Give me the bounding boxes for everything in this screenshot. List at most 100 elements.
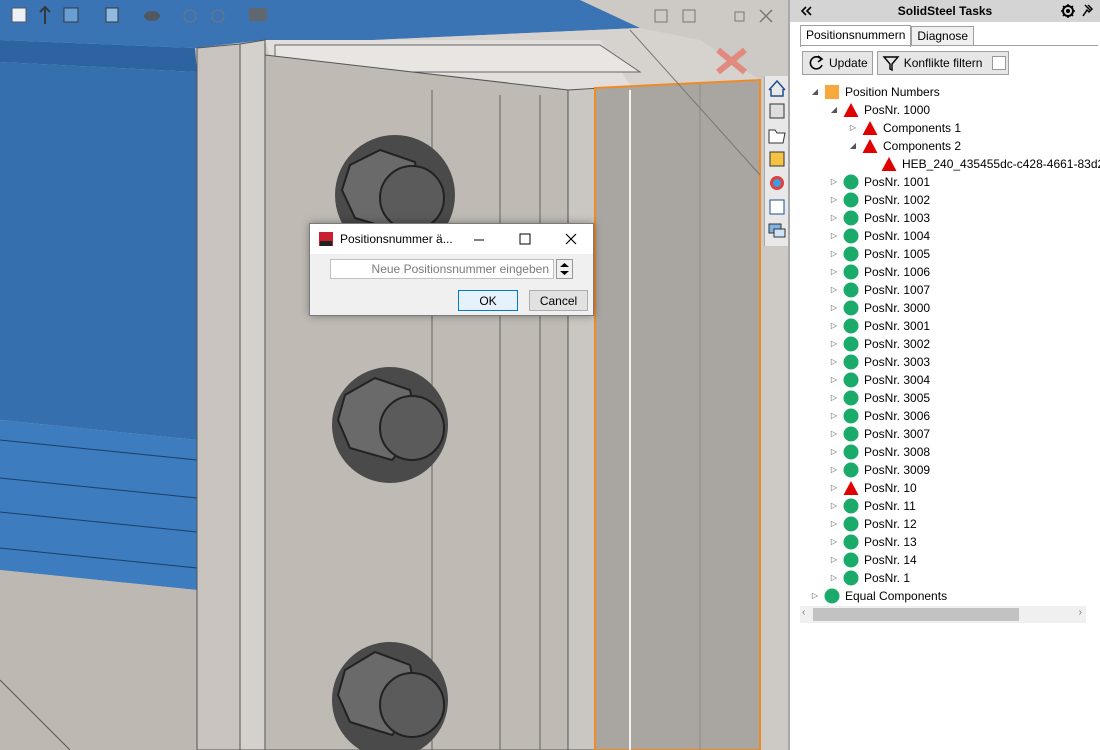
cancel-button[interactable]: Cancel — [529, 290, 588, 311]
tree-node[interactable]: ▷ PosNr. 1007 — [829, 281, 930, 299]
tab-positionsnummern[interactable]: Positionsnummern — [800, 25, 912, 47]
home-icon — [768, 79, 786, 97]
collapsed-arrow-icon[interactable]: ▷ — [829, 411, 839, 421]
conflict-warning-icon — [843, 103, 859, 117]
double-chevron-left-icon[interactable] — [798, 3, 814, 19]
tree-node[interactable]: ▷ PosNr. 1003 — [829, 209, 930, 227]
filter-conflicts-button[interactable]: Konflikte filtern — [876, 51, 1010, 75]
tree-node[interactable]: ▷ PosNr. 1006 — [829, 263, 930, 281]
tree-node[interactable]: ▷ PosNr. 14 — [829, 551, 917, 569]
maximize-icon[interactable] — [516, 230, 534, 248]
status-ok-icon — [843, 534, 859, 550]
status-ok-icon — [843, 228, 859, 244]
status-ok-icon — [843, 282, 859, 298]
status-ok-icon — [843, 174, 859, 190]
collapsed-arrow-icon[interactable]: ▷ — [829, 555, 839, 565]
collapsed-arrow-icon[interactable]: ▷ — [829, 231, 839, 241]
tree-node-label: PosNr. 11 — [864, 499, 916, 513]
tree-node[interactable]: ▷ PosNr. 3000 — [829, 299, 930, 317]
collapsed-arrow-icon[interactable]: ▷ — [829, 249, 839, 259]
dialog-title-bar[interactable]: Positionsnummer ä... — [310, 224, 593, 254]
tree-node[interactable]: ◢ Components 2 — [848, 137, 961, 155]
tree-node[interactable]: ▷ PosNr. 3001 — [829, 317, 930, 335]
scroll-right-icon[interactable]: › — [1079, 607, 1082, 618]
tree-node-label: PosNr. 3008 — [864, 445, 931, 459]
collapsed-arrow-icon[interactable]: ▷ — [829, 285, 839, 295]
tree-node[interactable]: ▷ PosNr. 12 — [829, 515, 917, 533]
scroll-thumb[interactable] — [813, 608, 1019, 621]
tree-node[interactable]: ▷ PosNr. 1004 — [829, 227, 930, 245]
collapsed-arrow-icon[interactable]: ▷ — [829, 573, 839, 583]
collapsed-arrow-icon[interactable]: ▷ — [829, 393, 839, 403]
tree-node[interactable]: ▷ Components 1 — [848, 119, 961, 137]
pin-icon[interactable] — [1080, 3, 1096, 19]
tree-node[interactable]: ▷ PosNr. 3007 — [829, 425, 930, 443]
collapsed-arrow-icon[interactable]: ▷ — [829, 501, 839, 511]
collapsed-arrow-icon[interactable]: ▷ — [829, 303, 839, 313]
tree-node[interactable]: ▷ PosNr. 3008 — [829, 443, 930, 461]
tree-node[interactable]: ◢ Position Numbers — [810, 83, 940, 101]
tree-node[interactable]: ▷ PosNr. 3006 — [829, 407, 930, 425]
collapsed-arrow-icon[interactable]: ▷ — [829, 465, 839, 475]
conflict-warning-icon — [862, 121, 878, 135]
solidworks-app-icon — [319, 232, 333, 246]
tree-node-label: PosNr. 3005 — [864, 391, 931, 405]
collapsed-arrow-icon[interactable]: ▷ — [829, 447, 839, 457]
collapsed-arrow-icon[interactable]: ▷ — [829, 267, 839, 277]
solidsteel-tasks-panel: SolidSteel Tasks Positionsnummern Diagno… — [788, 0, 1100, 750]
scroll-left-icon[interactable]: ‹ — [802, 607, 805, 618]
expanded-arrow-icon[interactable]: ◢ — [810, 87, 820, 97]
status-ok-icon — [843, 318, 859, 334]
update-button[interactable]: Update — [802, 51, 873, 75]
minimize-icon[interactable] — [470, 230, 488, 248]
collapsed-arrow-icon[interactable]: ▷ — [829, 321, 839, 331]
collapsed-arrow-icon[interactable]: ▷ — [829, 339, 839, 349]
3d-model-scene[interactable] — [0, 0, 788, 750]
spinner-arrows-icon[interactable] — [557, 260, 572, 278]
tab-diagnose[interactable]: Diagnose — [911, 26, 975, 46]
tree-node[interactable]: ▷ PosNr. 1005 — [829, 245, 930, 263]
tree-node[interactable]: ▷ PosNr. 3005 — [829, 389, 930, 407]
collapsed-arrow-icon[interactable]: ▷ — [829, 357, 839, 367]
tree-node[interactable]: ▷ Equal Components — [810, 587, 947, 605]
tree-node[interactable]: ▷ PosNr. 1001 — [829, 173, 930, 191]
update-label: Update — [829, 56, 868, 70]
tree-node[interactable]: HEB_240_435455dc-c428-4661-83d2 — [867, 155, 1100, 173]
tree-node[interactable]: ▷ PosNr. 3003 — [829, 353, 930, 371]
expanded-arrow-icon[interactable]: ◢ — [829, 105, 839, 115]
collapsed-arrow-icon[interactable]: ▷ — [810, 591, 820, 601]
tree-node[interactable]: ▷ PosNr. 1002 — [829, 191, 930, 209]
tree-node[interactable]: ▷ PosNr. 3002 — [829, 335, 930, 353]
collapsed-arrow-icon[interactable]: ▷ — [829, 213, 839, 223]
tree-horizontal-scrollbar[interactable]: ‹ › — [800, 606, 1086, 623]
collapsed-arrow-icon[interactable]: ▷ — [829, 537, 839, 547]
collapsed-arrow-icon[interactable]: ▷ — [829, 195, 839, 205]
collapsed-arrow-icon[interactable]: ▷ — [829, 375, 839, 385]
tree-node[interactable]: ▷ PosNr. 3004 — [829, 371, 930, 389]
tree-node[interactable]: ▷ PosNr. 10 — [829, 479, 917, 497]
tree-node[interactable]: ▷ PosNr. 1 — [829, 569, 910, 587]
filter-conflicts-checkbox[interactable] — [992, 56, 1007, 70]
collapsed-arrow-icon[interactable]: ▷ — [848, 123, 858, 133]
status-ok-icon — [843, 390, 859, 406]
gear-icon[interactable] — [1060, 3, 1076, 19]
collapsed-arrow-icon[interactable]: ▷ — [829, 519, 839, 529]
tree-node[interactable]: ▷ PosNr. 3009 — [829, 461, 930, 479]
tree-node[interactable]: ▷ PosNr. 11 — [829, 497, 916, 515]
ok-button[interactable]: OK — [458, 290, 518, 311]
collapsed-arrow-icon[interactable]: ▷ — [829, 177, 839, 187]
tree-node[interactable]: ◢ PosNr. 1000 — [829, 101, 930, 119]
graphics-viewport[interactable]: Positionsnummer ä... OK Cancel — [0, 0, 788, 750]
position-number-input[interactable] — [330, 259, 554, 279]
expanded-arrow-icon[interactable]: ◢ — [848, 141, 858, 151]
close-icon[interactable] — [562, 230, 580, 248]
tree-node-label: PosNr. 3002 — [864, 337, 931, 351]
tree-node-label: HEB_240_435455dc-c428-4661-83d2 — [902, 157, 1100, 171]
collapsed-arrow-icon[interactable]: ▷ — [829, 483, 839, 493]
position-number-spinner[interactable] — [556, 259, 573, 279]
forum-icon — [768, 223, 786, 238]
panel-tabs: Positionsnummern Diagnose — [800, 25, 975, 47]
collapsed-arrow-icon[interactable]: ▷ — [829, 429, 839, 439]
tree-node-label: PosNr. 3006 — [864, 409, 931, 423]
tree-node[interactable]: ▷ PosNr. 13 — [829, 533, 917, 551]
